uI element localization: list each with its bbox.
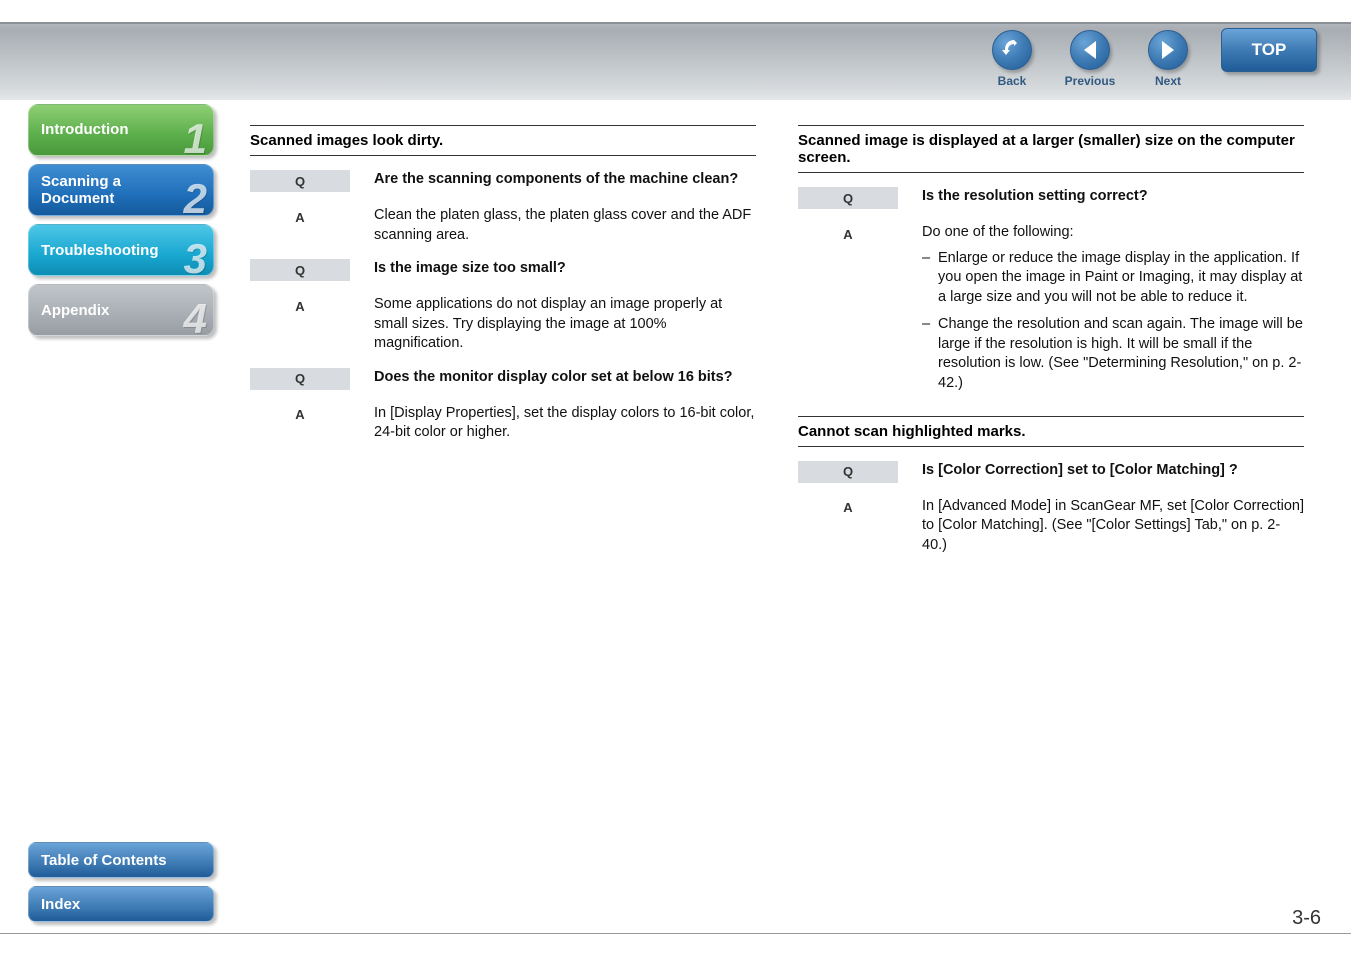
top-nav: Back Previous Next TOP bbox=[973, 30, 1317, 88]
top-button[interactable]: TOP bbox=[1221, 28, 1317, 72]
sidebar-item-number: 1 bbox=[184, 115, 207, 163]
q-label: Q bbox=[250, 368, 350, 390]
next-icon bbox=[1148, 30, 1188, 70]
back-icon bbox=[992, 30, 1032, 70]
q-label: Q bbox=[798, 461, 898, 483]
toc-button[interactable]: Table of Contents bbox=[28, 842, 214, 878]
a-label: A bbox=[798, 223, 898, 245]
index-button[interactable]: Index bbox=[28, 886, 214, 922]
q-text: Does the monitor display color set at be… bbox=[350, 368, 733, 388]
sidebar-item-introduction[interactable]: Introduction 1 bbox=[28, 104, 214, 156]
left-column: Scanned images look dirty. Q Are the sca… bbox=[250, 125, 756, 569]
q-text: Is the resolution setting correct? bbox=[898, 187, 1148, 207]
list-item: Change the resolution and scan again. Th… bbox=[922, 315, 1304, 393]
previous-icon bbox=[1070, 30, 1110, 70]
main-content: Scanned images look dirty. Q Are the sca… bbox=[250, 125, 1310, 569]
previous-label: Previous bbox=[1065, 74, 1116, 88]
issue-title: Scanned images look dirty. bbox=[250, 125, 756, 156]
a-text: Clean the platen glass, the platen glass… bbox=[350, 206, 756, 245]
sidebar-item-label: Troubleshooting bbox=[41, 242, 159, 259]
a-intro: Do one of the following: bbox=[922, 224, 1074, 240]
bottom-tabs: Table of Contents Index bbox=[28, 834, 214, 922]
sidebar-item-number: 4 bbox=[184, 295, 207, 343]
a-text: Do one of the following: Enlarge or redu… bbox=[898, 223, 1304, 402]
sidebar-item-appendix[interactable]: Appendix 4 bbox=[28, 284, 214, 336]
sidebar-item-number: 3 bbox=[184, 235, 207, 283]
top-separator-line bbox=[0, 22, 1351, 24]
page-number: 3-6 bbox=[1292, 907, 1321, 930]
a-label: A bbox=[250, 206, 350, 228]
a-bullets: Enlarge or reduce the image display in t… bbox=[922, 249, 1304, 394]
list-item: Enlarge or reduce the image display in t… bbox=[922, 249, 1304, 308]
sidebar-item-label: Appendix bbox=[41, 302, 109, 319]
q-label: Q bbox=[798, 187, 898, 209]
back-label: Back bbox=[998, 74, 1027, 88]
q-label: Q bbox=[250, 170, 350, 192]
next-button[interactable]: Next bbox=[1129, 30, 1207, 88]
right-column: Scanned image is displayed at a larger (… bbox=[798, 125, 1304, 569]
a-label: A bbox=[798, 497, 898, 519]
q-text: Are the scanning components of the machi… bbox=[350, 170, 738, 190]
a-label: A bbox=[250, 404, 350, 426]
sidebar-item-scanning[interactable]: Scanning a Document 2 bbox=[28, 164, 214, 216]
sidebar-item-label: Introduction bbox=[41, 121, 128, 138]
sidebar-item-number: 2 bbox=[184, 175, 207, 223]
sidebar-item-label: Scanning a Document bbox=[41, 173, 121, 208]
next-label: Next bbox=[1155, 74, 1181, 88]
issue-title: Cannot scan highlighted marks. bbox=[798, 416, 1304, 447]
back-button[interactable]: Back bbox=[973, 30, 1051, 88]
sidebar-item-troubleshooting[interactable]: Troubleshooting 3 bbox=[28, 224, 214, 276]
a-text: In [Advanced Mode] in ScanGear MF, set [… bbox=[898, 497, 1304, 556]
q-text: Is [Color Correction] set to [Color Matc… bbox=[898, 461, 1238, 481]
a-text: In [Display Properties], set the display… bbox=[350, 404, 756, 443]
previous-button[interactable]: Previous bbox=[1051, 30, 1129, 88]
a-text: Some applications do not display an imag… bbox=[350, 295, 756, 354]
q-label: Q bbox=[250, 259, 350, 281]
sidebar: Introduction 1 Scanning a Document 2 Tro… bbox=[28, 104, 214, 344]
footer-rule bbox=[0, 933, 1351, 934]
a-label: A bbox=[250, 295, 350, 317]
q-text: Is the image size too small? bbox=[350, 259, 566, 279]
issue-title: Scanned image is displayed at a larger (… bbox=[798, 125, 1304, 173]
